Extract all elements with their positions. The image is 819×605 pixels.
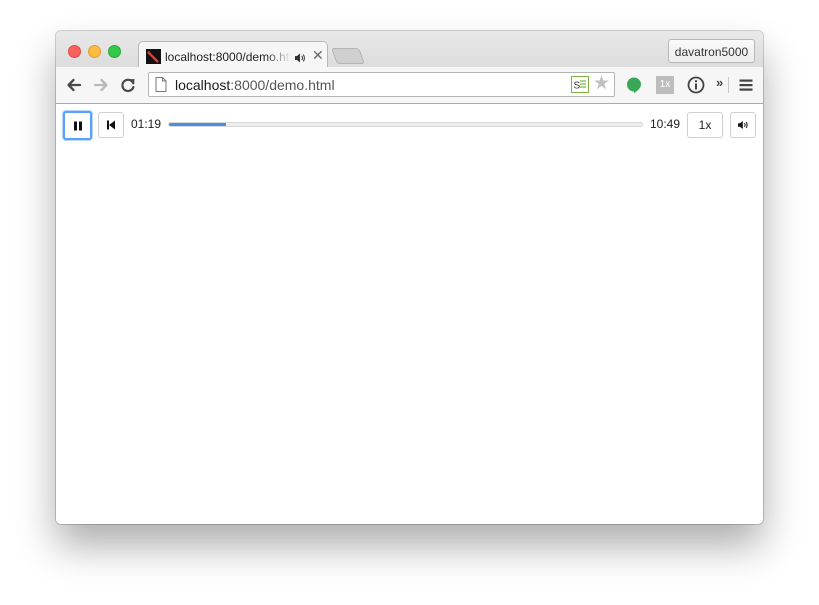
address-bar[interactable]: localhost:8000/demo.html S ★ <box>148 72 615 97</box>
tab-title: localhost:8000/demo.html <box>165 50 291 64</box>
tab-close-icon[interactable]: ✕ <box>312 47 324 63</box>
zoom-window-button[interactable] <box>108 45 121 58</box>
playback-rate-button[interactable]: 1x <box>687 112 723 138</box>
pause-icon <box>73 121 82 130</box>
back-arrow-icon[interactable] <box>64 75 84 95</box>
pause-button[interactable] <box>63 111 92 140</box>
reload-icon[interactable] <box>118 75 138 95</box>
title-bar: localhost:8000/demo.html ✕ davatron5000 <box>56 31 763 69</box>
browser-toolbar: localhost:8000/demo.html S ★ 1x » <box>56 67 763 104</box>
menu-icon[interactable] <box>736 75 756 95</box>
reader-ext-icon[interactable]: S <box>571 76 589 98</box>
star-icon[interactable]: ★ <box>593 74 610 94</box>
restart-button[interactable] <box>98 112 124 138</box>
browser-window: localhost:8000/demo.html ✕ davatron5000 <box>56 31 763 524</box>
hangouts-icon[interactable] <box>624 75 644 95</box>
minimize-window-button[interactable] <box>88 45 101 58</box>
volume-button[interactable] <box>730 112 756 138</box>
tab-audio-icon[interactable] <box>294 51 306 63</box>
active-tab[interactable]: localhost:8000/demo.html ✕ <box>138 41 328 69</box>
svg-text:S: S <box>574 81 581 92</box>
url-host: localhost <box>175 77 231 93</box>
new-tab-button[interactable] <box>331 48 365 64</box>
favicon-icon <box>146 49 161 64</box>
toolbar-separator <box>728 77 729 93</box>
current-time: 01:19 <box>131 117 162 131</box>
page-content: 01:19 10:49 1x <box>56 104 763 524</box>
progress-fill <box>169 123 226 126</box>
speaker-icon <box>738 121 748 129</box>
profile-button[interactable]: davatron5000 <box>668 39 755 63</box>
url-text: localhost:8000/demo.html <box>175 77 335 93</box>
forward-arrow-icon[interactable] <box>91 75 111 95</box>
speed-extension-badge[interactable]: 1x <box>656 76 674 94</box>
page-icon <box>155 77 167 97</box>
close-window-button[interactable] <box>68 45 81 58</box>
extensions-overflow-button[interactable]: » <box>716 75 723 90</box>
skip-back-icon <box>107 120 115 130</box>
info-icon[interactable] <box>686 75 706 95</box>
duration: 10:49 <box>650 117 681 131</box>
progress-bar[interactable] <box>168 122 643 127</box>
url-path: :8000/demo.html <box>230 77 335 93</box>
